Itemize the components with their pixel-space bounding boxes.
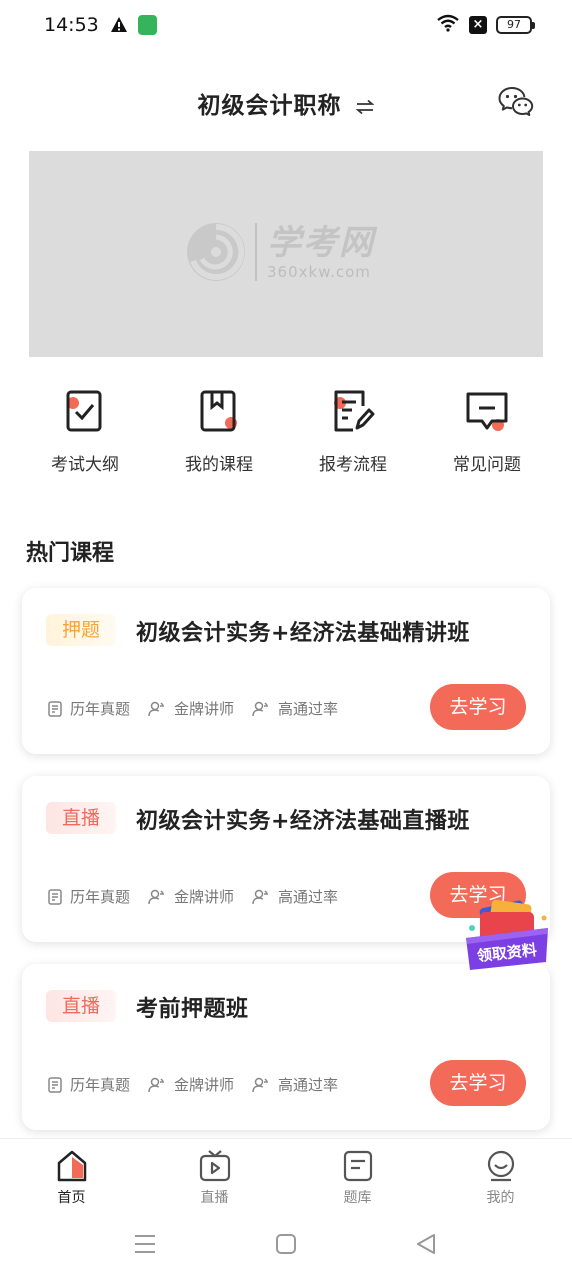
promo-banner[interactable]: 学考网 360xkw.com xyxy=(29,151,543,357)
course-title: 初级会计实务+经济法基础精讲班 xyxy=(136,621,470,646)
back-triangle-icon[interactable] xyxy=(417,1234,435,1254)
course-tags: 历年真题 金牌讲师 高通过率 xyxy=(48,886,338,907)
menu-icon[interactable] xyxy=(135,1235,155,1253)
quick-nav-label: 报考流程 xyxy=(319,455,387,475)
wechat-icon[interactable] xyxy=(498,86,534,120)
xuekao-logo-icon xyxy=(187,223,245,281)
tab-home[interactable]: 首页 xyxy=(0,1139,143,1220)
system-nav-bar xyxy=(0,1222,572,1280)
course-card[interactable]: 直播 考前押题班 历年真题 金牌讲师 高通过率 去学习 xyxy=(22,964,550,1130)
teacher-icon xyxy=(148,701,165,716)
home-icon xyxy=(55,1149,89,1183)
document-icon xyxy=(48,888,62,905)
document-icon xyxy=(48,700,62,717)
course-badge: 直播 xyxy=(46,802,116,834)
course-tag: 历年真题 xyxy=(48,698,130,719)
course-badge: 直播 xyxy=(46,990,116,1022)
wifi-icon xyxy=(436,14,460,36)
bottom-tab-bar: 首页 直播 题库 我的 xyxy=(0,1138,572,1220)
tab-label: 题库 xyxy=(343,1190,372,1206)
tab-question-bank[interactable]: 题库 xyxy=(286,1139,429,1220)
quick-nav-faq[interactable]: 常见问题 xyxy=(420,388,554,475)
course-tag: 金牌讲师 xyxy=(148,698,234,719)
quick-nav: 考试大纲 我的课程 报考流程 常见问题 xyxy=(18,388,554,475)
study-button[interactable]: 去学习 xyxy=(430,1060,526,1106)
course-tag: 历年真题 xyxy=(48,1074,130,1095)
battery-indicator: 97 xyxy=(496,16,535,34)
hot-courses-title: 热门课程 xyxy=(26,541,115,566)
teacher-icon xyxy=(252,1077,269,1092)
course-tag: 历年真题 xyxy=(48,886,130,907)
no-sim-icon: × xyxy=(469,16,487,34)
question-bank-icon xyxy=(341,1149,375,1183)
course-tag: 金牌讲师 xyxy=(148,886,234,907)
course-title: 初级会计实务+经济法基础直播班 xyxy=(136,809,470,834)
course-title: 考前押题班 xyxy=(136,997,249,1022)
quick-nav-label: 我的课程 xyxy=(185,455,253,475)
tab-profile[interactable]: 我的 xyxy=(429,1139,572,1220)
course-card[interactable]: 押题 初级会计实务+经济法基础精讲班 历年真题 金牌讲师 高通过率 去学习 xyxy=(22,588,550,754)
quick-nav-exam-process[interactable]: 报考流程 xyxy=(286,388,420,475)
tab-label: 直播 xyxy=(200,1190,229,1206)
course-tag: 高通过率 xyxy=(252,698,338,719)
message-question-icon xyxy=(465,388,509,434)
quick-nav-my-courses[interactable]: 我的课程 xyxy=(152,388,286,475)
teacher-icon xyxy=(148,889,165,904)
app-notification-icon xyxy=(138,15,157,35)
exam-category-title[interactable]: 初级会计职称 xyxy=(197,93,341,119)
app-header: 初级会计职称 xyxy=(0,80,572,128)
teacher-icon xyxy=(252,889,269,904)
quick-nav-syllabus[interactable]: 考试大纲 xyxy=(18,388,152,475)
course-tag: 高通过率 xyxy=(252,886,338,907)
course-tag: 金牌讲师 xyxy=(148,1074,234,1095)
study-button[interactable]: 去学习 xyxy=(430,684,526,730)
document-icon xyxy=(48,1076,62,1093)
gift-folder-icon: 领取资料 xyxy=(466,899,548,970)
tv-live-icon xyxy=(198,1149,232,1183)
tab-label: 首页 xyxy=(57,1190,86,1206)
status-bar: 14:53 × 97 xyxy=(0,0,572,52)
teacher-icon xyxy=(252,701,269,716)
syllabus-checklist-icon xyxy=(63,388,107,434)
course-tag: 高通过率 xyxy=(252,1074,338,1095)
profile-icon xyxy=(484,1149,518,1183)
home-square-icon[interactable] xyxy=(276,1234,296,1254)
teacher-icon xyxy=(148,1077,165,1092)
logo-text-en: 360xkw.com xyxy=(267,263,371,281)
warning-icon xyxy=(110,16,128,37)
course-tags: 历年真题 金牌讲师 高通过率 xyxy=(48,1074,338,1095)
get-materials-float-button[interactable]: 领取资料 xyxy=(460,898,554,980)
swap-icon[interactable] xyxy=(355,99,375,119)
course-badge: 押题 xyxy=(46,614,116,646)
tab-label: 我的 xyxy=(486,1190,515,1206)
course-tags: 历年真题 金牌讲师 高通过率 xyxy=(48,698,338,719)
bookmark-book-icon xyxy=(197,388,241,434)
tab-live[interactable]: 直播 xyxy=(143,1139,286,1220)
edit-document-icon xyxy=(331,388,375,434)
banner-logo: 学考网 360xkw.com xyxy=(185,221,375,283)
quick-nav-label: 考试大纲 xyxy=(51,455,119,475)
quick-nav-label: 常见问题 xyxy=(453,455,521,475)
logo-text-cn: 学考网 xyxy=(267,223,375,263)
status-time: 14:53 xyxy=(44,14,99,36)
